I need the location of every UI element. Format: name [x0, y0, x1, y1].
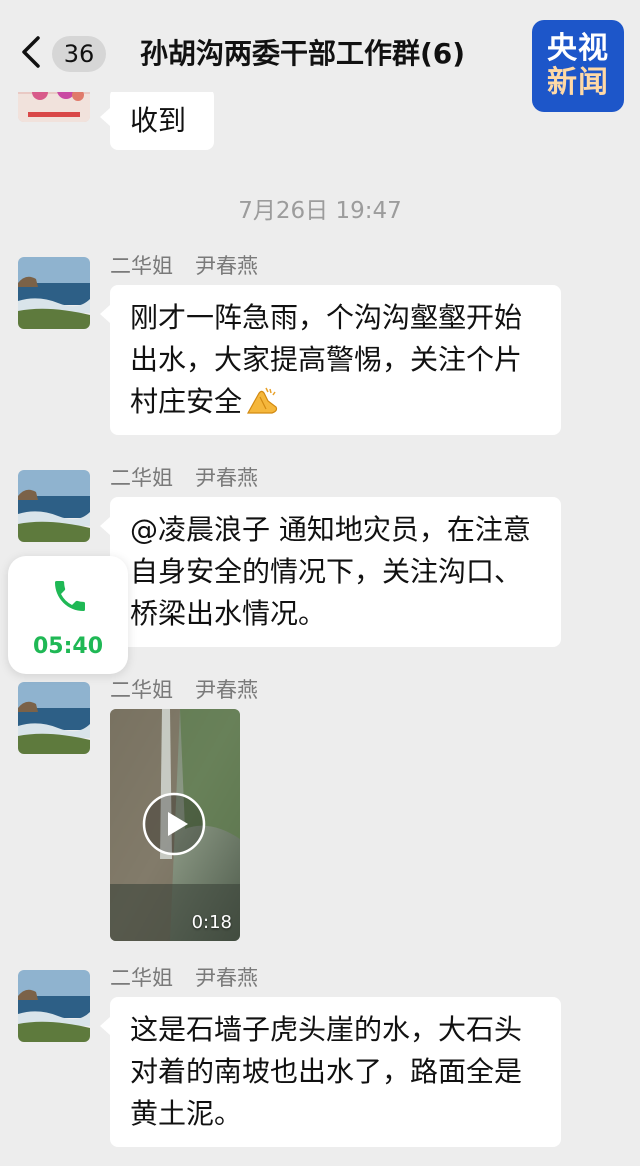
message-text: 收到: [130, 104, 187, 137]
sender-name-row: 二华姐 尹春燕: [110, 464, 258, 492]
phone-icon: [50, 576, 90, 616]
message-bubble[interactable]: 刚才一阵急雨，个沟沟壑壑开始出水，大家提高警惕，关注个片村庄安全: [100, 285, 561, 435]
call-duration: 05:40: [32, 634, 104, 659]
video-message[interactable]: 0:18: [110, 709, 240, 941]
sender-nickname: 二华姐: [110, 678, 173, 702]
video-duration: 0:18: [191, 912, 232, 933]
sender-name-row: 二华姐 尹春燕: [110, 252, 258, 280]
logo-line1: 央视: [547, 31, 609, 66]
message-bubble[interactable]: 收到: [100, 88, 214, 150]
voice-call-floating-window[interactable]: 05:40: [8, 556, 128, 674]
sender-name: 尹春燕: [195, 966, 258, 990]
avatar-seaside[interactable]: [18, 682, 90, 754]
sender-name-row: 二华姐 尹春燕: [110, 964, 258, 992]
sender-name: 尹春燕: [195, 254, 258, 278]
sender-name: 尹春燕: [195, 466, 258, 490]
sender-nickname: 二华姐: [110, 254, 173, 278]
logo-line2: 新闻: [547, 65, 609, 100]
message-bubble[interactable]: 这是石墙子虎头崖的水，大石头对着的南坡也出水了，路面全是黄土泥。: [100, 997, 561, 1147]
cctv-news-logo: 央视 新闻: [532, 20, 624, 112]
avatar-seaside[interactable]: [18, 970, 90, 1042]
sender-name: 尹春燕: [195, 678, 258, 702]
folded-hands-icon: [244, 385, 280, 415]
sender-name-row: 二华姐 尹春燕: [110, 676, 258, 704]
avatar-seaside[interactable]: [18, 257, 90, 329]
message-timestamp: 7月26日 19:47: [238, 198, 402, 224]
unread-count-badge[interactable]: 36: [52, 36, 106, 72]
message-text: @凌晨浪子 通知地灾员，在注意自身安全的情况下，关注沟口、桥梁出水情况。: [130, 513, 531, 630]
back-icon[interactable]: [18, 32, 46, 72]
message-bubble[interactable]: @凌晨浪子 通知地灾员，在注意自身安全的情况下，关注沟口、桥梁出水情况。: [100, 497, 561, 647]
sender-nickname: 二华姐: [110, 466, 173, 490]
sender-nickname: 二华姐: [110, 966, 173, 990]
avatar-seaside[interactable]: [18, 470, 90, 542]
message-text: 刚才一阵急雨，个沟沟壑壑开始出水，大家提高警惕，关注个片村庄安全: [130, 301, 523, 418]
play-icon[interactable]: [142, 792, 206, 856]
chat-title: 孙胡沟两委干部工作群(6): [140, 37, 466, 70]
message-text: 这是石墙子虎头崖的水，大石头对着的南坡也出水了，路面全是黄土泥。: [130, 1013, 523, 1130]
